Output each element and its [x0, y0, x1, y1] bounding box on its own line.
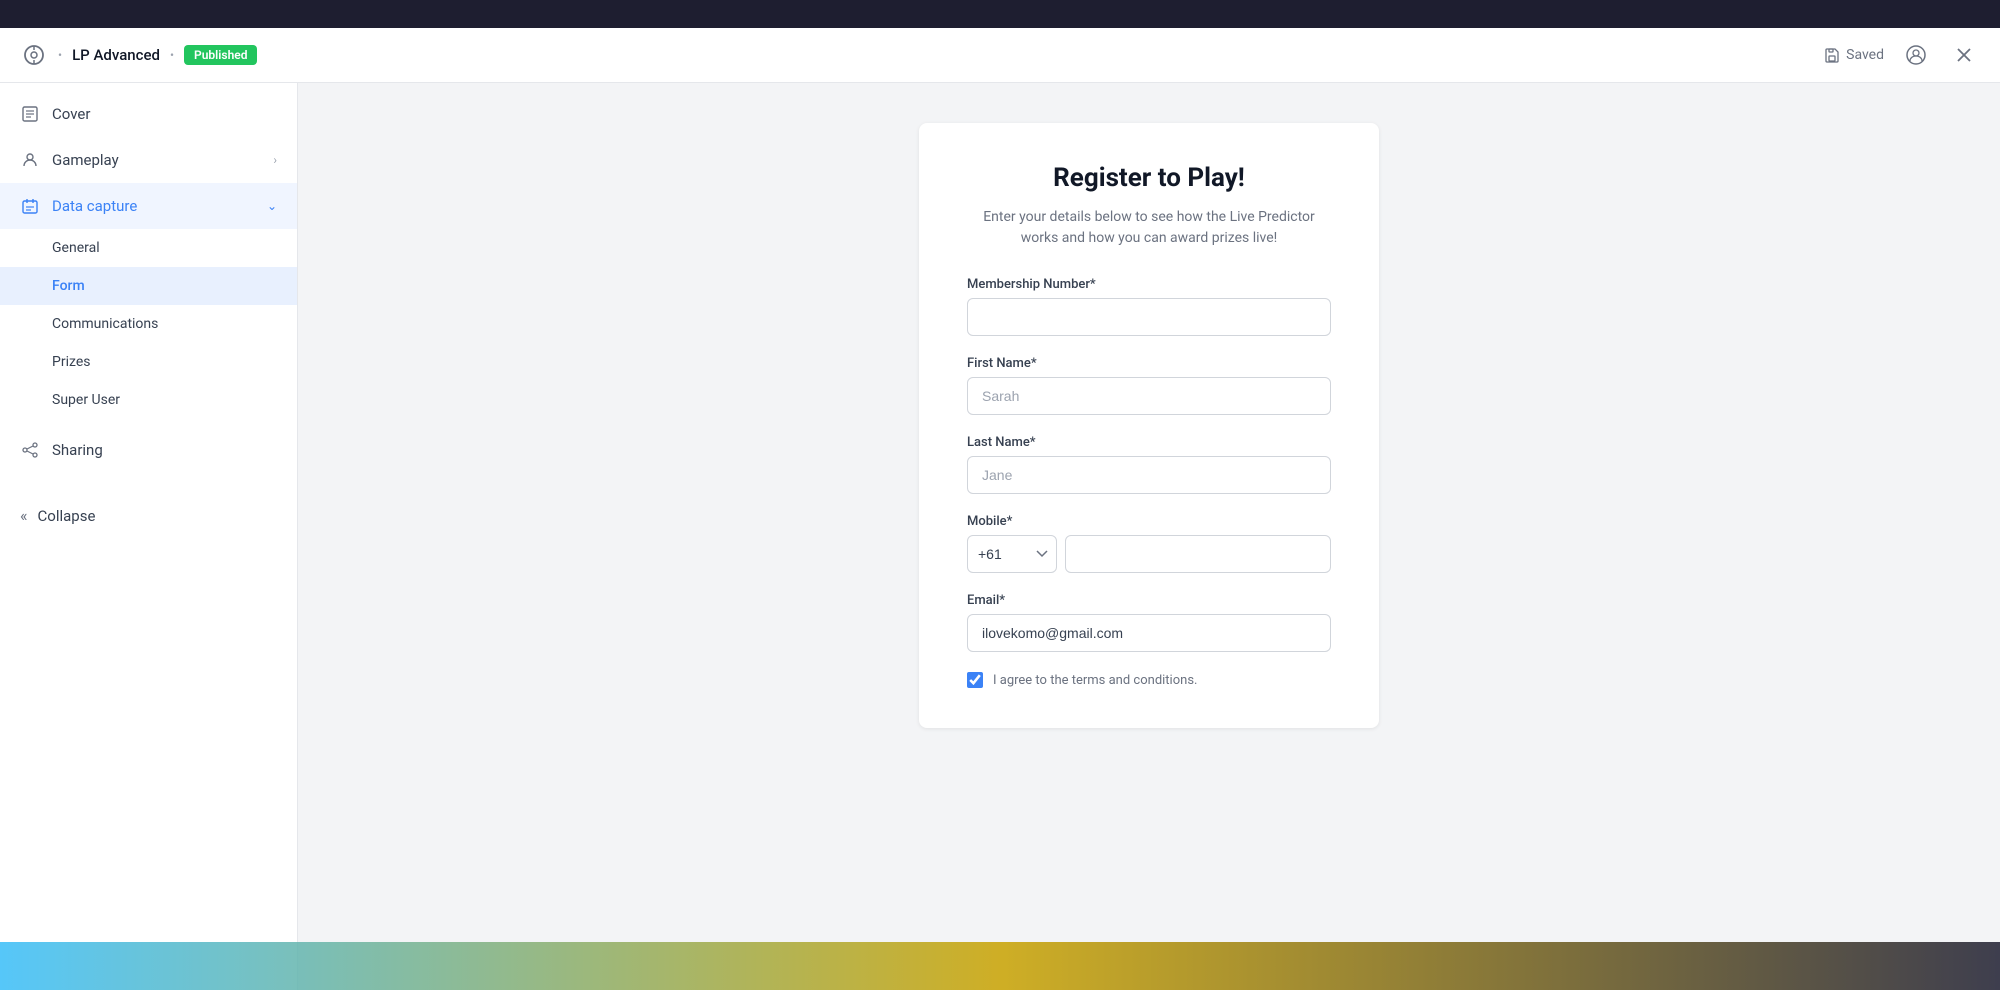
form-card: Register to Play! Enter your details bel…: [919, 123, 1379, 728]
first-name-field: First Name*: [967, 356, 1331, 415]
general-label: General: [52, 240, 100, 256]
capture-icon: [20, 196, 40, 216]
collapse-label: Collapse: [38, 507, 96, 525]
published-badge: Published: [184, 45, 257, 65]
sidebar-cover-label: Cover: [52, 105, 277, 123]
terms-checkbox-row: I agree to the terms and conditions.: [967, 672, 1331, 688]
collapse-chevron-icon: «: [20, 506, 28, 525]
first-name-label: First Name*: [967, 356, 1331, 371]
sidebar-gameplay-label: Gameplay: [52, 151, 261, 169]
header-title: LP Advanced: [72, 46, 160, 64]
saved-label: Saved: [1846, 47, 1884, 63]
modal-body: Cover Gameplay ›: [0, 83, 2000, 990]
saved-indicator: Saved: [1824, 47, 1884, 63]
mobile-row: +61 +1 +44 +64: [967, 535, 1331, 573]
predictor-icon: [20, 41, 48, 69]
header-left: • LP Advanced • Published: [20, 41, 1824, 69]
mobile-field: Mobile* +61 +1 +44 +64: [967, 514, 1331, 573]
sidebar: Cover Gameplay ›: [0, 83, 298, 990]
terms-checkbox[interactable]: [967, 672, 983, 688]
sidebar-item-data-capture[interactable]: Data capture ⌄: [0, 183, 297, 229]
person-icon: [20, 150, 40, 170]
modal-header: • LP Advanced • Published Saved: [0, 28, 2000, 83]
email-label: Email*: [967, 593, 1331, 608]
membership-field: Membership Number*: [967, 277, 1331, 336]
form-subtitle: Enter your details below to see how the …: [967, 207, 1331, 249]
mobile-input[interactable]: [1065, 535, 1331, 573]
save-icon: [1824, 47, 1840, 63]
content-area: Register to Play! Enter your details bel…: [298, 83, 2000, 990]
sidebar-sub-item-communications[interactable]: Communications: [0, 305, 297, 343]
email-input[interactable]: [967, 614, 1331, 652]
last-name-input[interactable]: [967, 456, 1331, 494]
super-user-label: Super User: [52, 392, 120, 408]
modal-window: • LP Advanced • Published Saved: [0, 28, 2000, 990]
share-icon: [20, 440, 40, 460]
sidebar-sub-item-super-user[interactable]: Super User: [0, 381, 297, 419]
last-name-field: Last Name*: [967, 435, 1331, 494]
membership-label: Membership Number*: [967, 277, 1331, 292]
sidebar-item-sharing[interactable]: Sharing: [0, 427, 297, 473]
user-button[interactable]: [1900, 39, 1932, 71]
header-right: Saved: [1824, 39, 1980, 71]
user-icon: [1906, 45, 1926, 65]
prizes-label: Prizes: [52, 354, 90, 370]
sidebar-sub-item-general[interactable]: General: [0, 229, 297, 267]
country-code-select[interactable]: +61 +1 +44 +64: [967, 535, 1057, 573]
chevron-down-icon: ⌄: [267, 199, 277, 213]
bottom-strip: [0, 942, 2000, 990]
chevron-right-icon: ›: [273, 153, 277, 167]
document-icon: [20, 104, 40, 124]
terms-label: I agree to the terms and conditions.: [993, 673, 1197, 688]
dot-separator-2: •: [170, 48, 174, 62]
sidebar-collapse-button[interactable]: « Collapse: [0, 493, 297, 538]
dot-separator-1: •: [58, 48, 62, 62]
sidebar-item-gameplay[interactable]: Gameplay ›: [0, 137, 297, 183]
app-topbar: [0, 0, 2000, 28]
sharing-label: Sharing: [52, 441, 277, 459]
form-title: Register to Play!: [967, 163, 1331, 193]
form-label: Form: [52, 278, 85, 294]
membership-input[interactable]: [967, 298, 1331, 336]
close-icon: [1955, 46, 1973, 64]
sidebar-sub-item-form[interactable]: Form: [0, 267, 297, 305]
first-name-input[interactable]: [967, 377, 1331, 415]
sidebar-data-capture-label: Data capture: [52, 197, 255, 215]
close-button[interactable]: [1948, 39, 1980, 71]
last-name-label: Last Name*: [967, 435, 1331, 450]
sidebar-sub-item-prizes[interactable]: Prizes: [0, 343, 297, 381]
sidebar-item-cover[interactable]: Cover: [0, 91, 297, 137]
mobile-label: Mobile*: [967, 514, 1331, 529]
communications-label: Communications: [52, 316, 158, 332]
email-field: Email*: [967, 593, 1331, 652]
